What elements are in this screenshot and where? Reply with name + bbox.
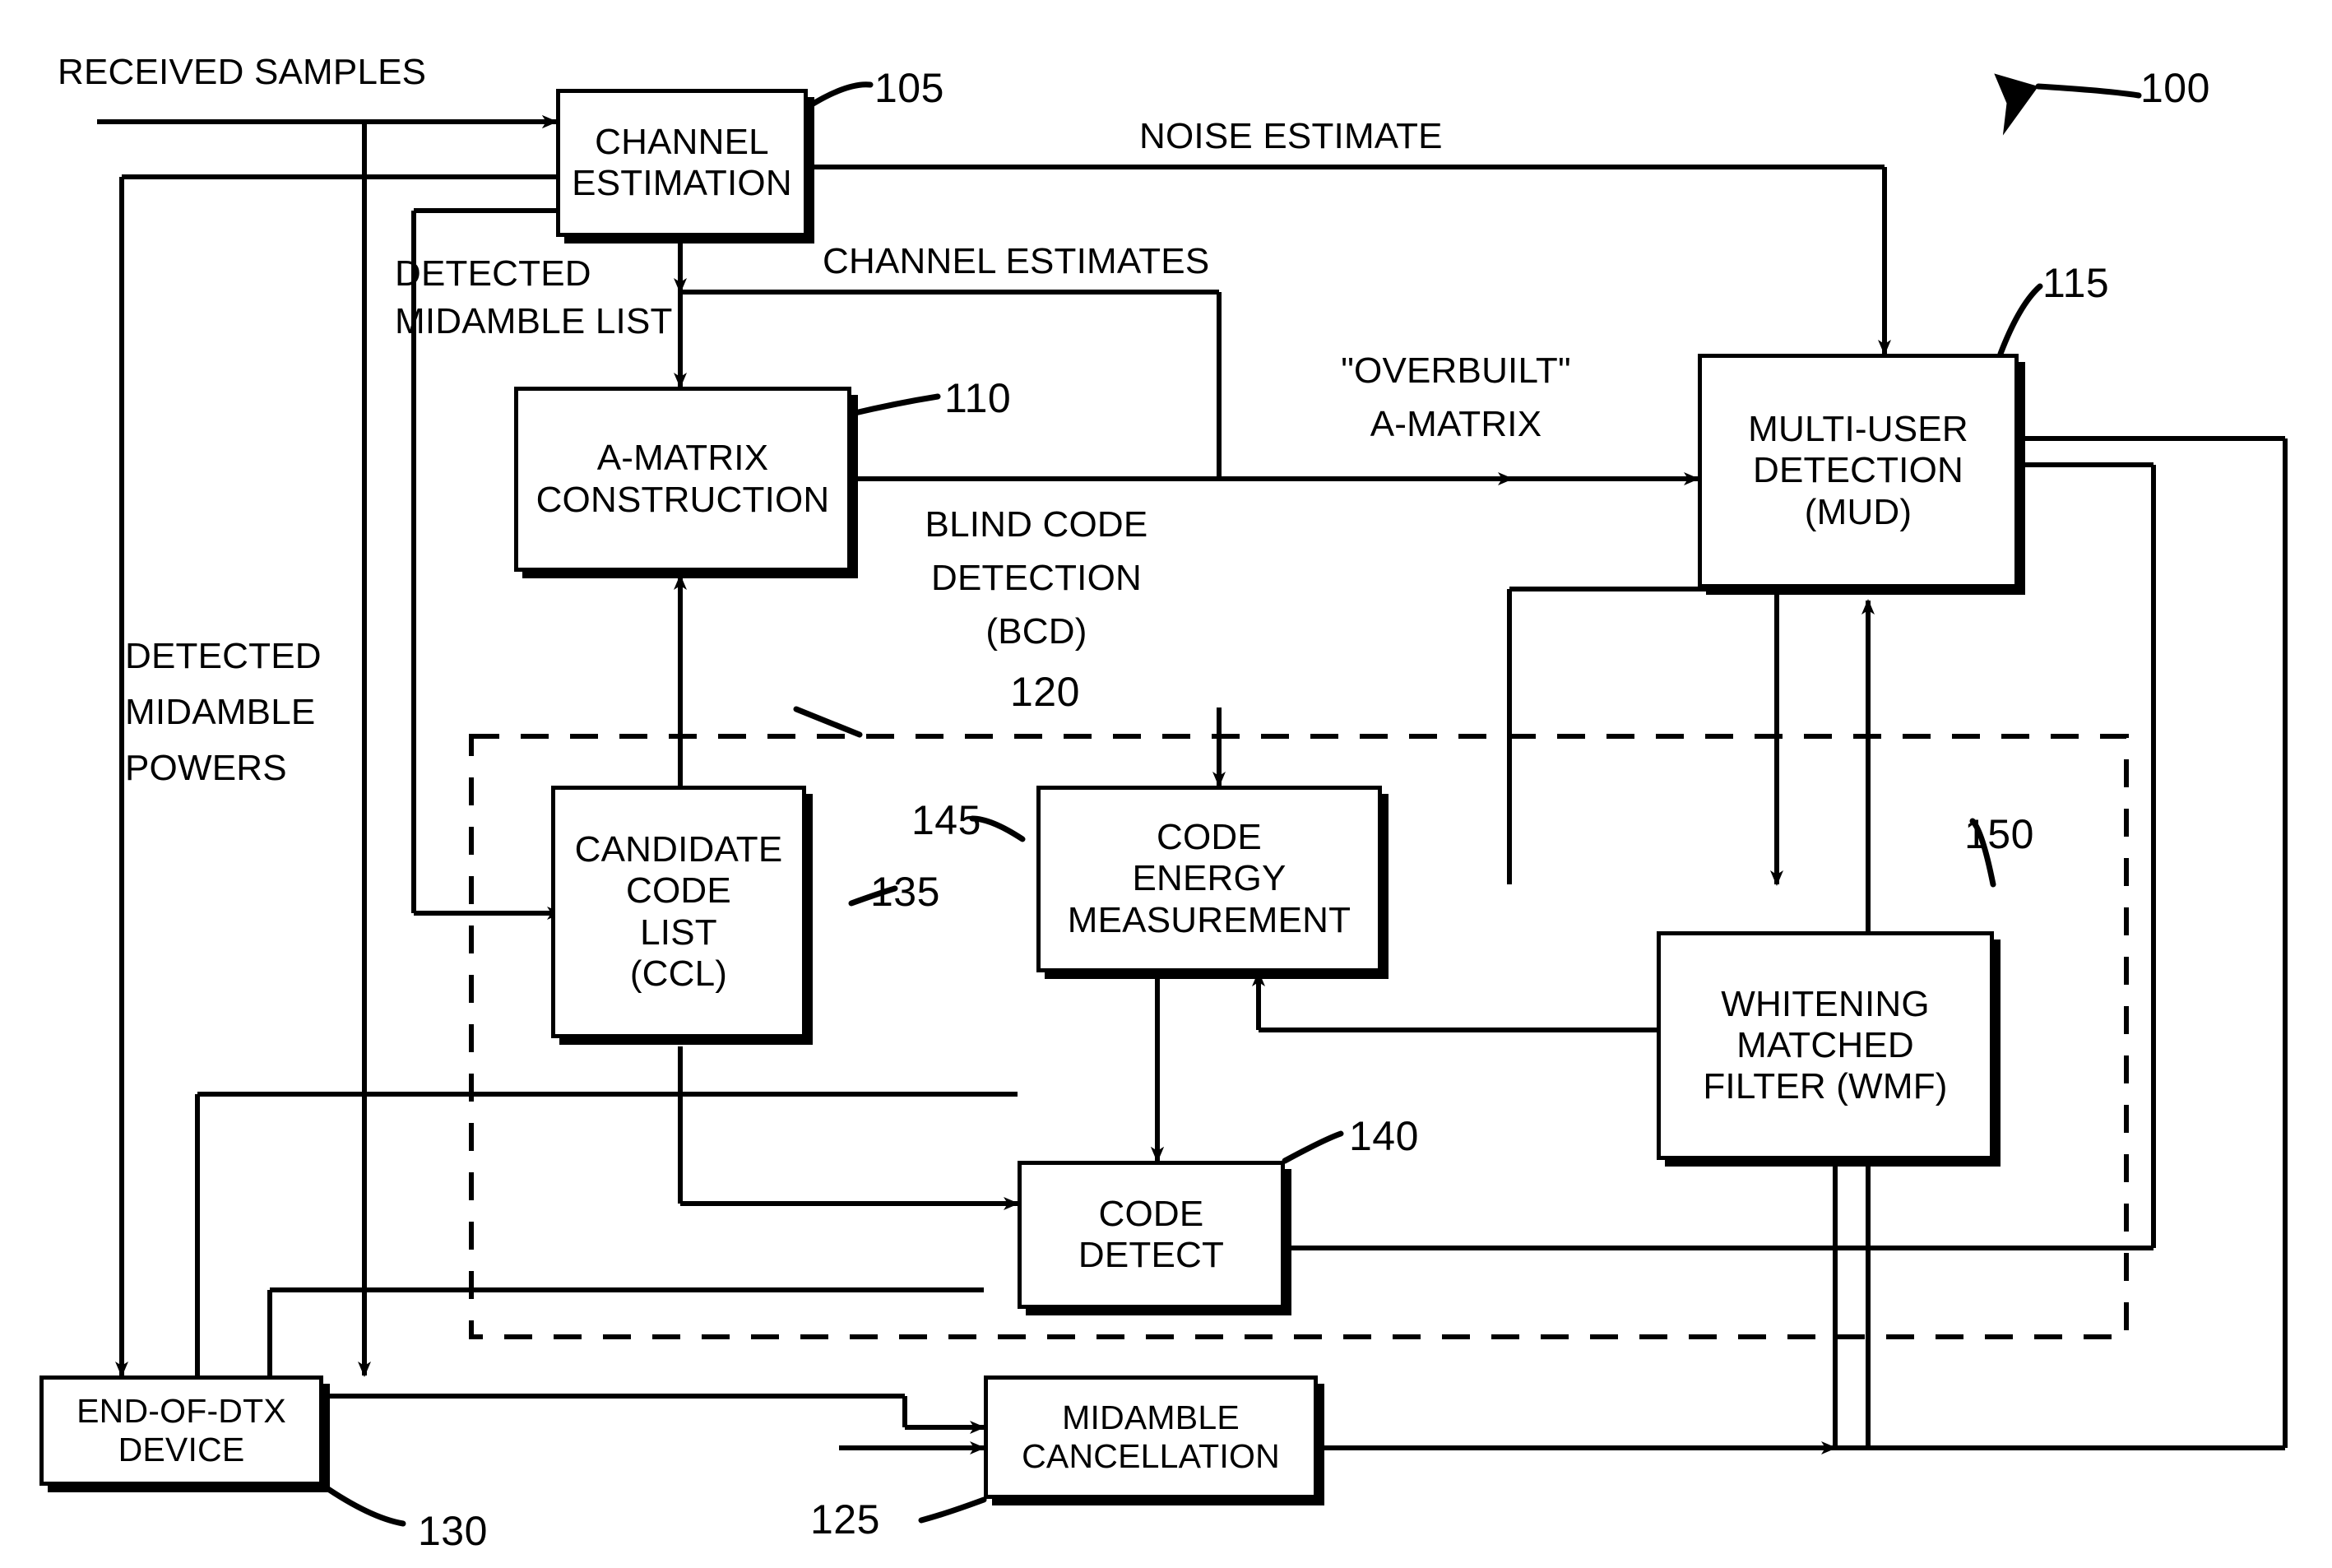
reference-numeral-100: 100	[2140, 65, 2210, 111]
block-label-line: WHITENING	[1721, 983, 1930, 1024]
reference-numeral-130: 130	[418, 1508, 488, 1554]
block-label-line: CANCELLATION	[1022, 1437, 1280, 1475]
block-a-matrix-construction[interactable]: A-MATRIX CONSTRUCTION	[514, 387, 851, 572]
wiring-layer	[97, 73, 2288, 1527]
group-label-bcd-line1: BLIND CODE	[925, 504, 1148, 545]
reference-numeral-140: 140	[1349, 1113, 1419, 1159]
block-label-line: DEVICE	[118, 1431, 245, 1468]
label-detected-midamble-powers-line3: POWERS	[125, 748, 287, 788]
block-midamble-cancellation[interactable]: MIDAMBLE CANCELLATION	[984, 1375, 1318, 1499]
reference-numeral-120: 120	[1010, 669, 1080, 715]
label-detected-midamble-powers-line2: MIDAMBLE	[125, 692, 316, 732]
label-channel-estimates: CHANNEL ESTIMATES	[823, 241, 1210, 281]
reference-numeral-125: 125	[810, 1496, 880, 1542]
reference-numeral-115: 115	[2042, 260, 2110, 306]
label-detected-midamble-list-line2: MIDAMBLE LIST	[395, 301, 673, 341]
group-label-bcd-line3: (BCD)	[985, 611, 1087, 652]
block-label-line: LIST	[640, 912, 717, 953]
reference-numeral-110: 110	[944, 375, 1012, 421]
block-code-energy-measurement[interactable]: CODE ENERGY MEASUREMENT	[1036, 786, 1382, 972]
label-noise-estimate: NOISE ESTIMATE	[1139, 116, 1443, 156]
label-received-samples: RECEIVED SAMPLES	[58, 52, 427, 92]
block-label-line: ESTIMATION	[572, 163, 792, 203]
label-overbuilt-a-matrix-line1: "OVERBUILT"	[1341, 350, 1571, 391]
block-label-line: CHANNEL	[595, 121, 769, 162]
block-label-line: CODE	[1098, 1193, 1204, 1234]
block-label-line: END-OF-DTX	[76, 1392, 286, 1431]
reference-numeral-145: 145	[911, 797, 981, 843]
block-label-line: (CCL)	[629, 953, 728, 994]
label-detected-midamble-powers-line1: DETECTED	[125, 636, 322, 676]
reference-numeral-105: 105	[874, 65, 944, 111]
block-label-line: MEASUREMENT	[1067, 899, 1351, 940]
block-label-line: CANDIDATE	[574, 829, 783, 870]
block-whitening-matched-filter[interactable]: WHITENING MATCHED FILTER (WMF)	[1657, 931, 1994, 1160]
block-end-of-dtx-device[interactable]: END-OF-DTX DEVICE	[39, 1375, 323, 1486]
block-label-line: MIDAMBLE	[1062, 1399, 1240, 1437]
block-label-line: ENERGY	[1132, 858, 1287, 899]
block-channel-estimation[interactable]: CHANNEL ESTIMATION	[556, 89, 808, 237]
block-label-line: CODE	[626, 870, 731, 912]
reference-numeral-150: 150	[1964, 811, 2034, 857]
label-detected-midamble-list-line1: DETECTED	[395, 253, 591, 294]
block-candidate-code-list[interactable]: CANDIDATE CODE LIST (CCL)	[551, 786, 806, 1038]
group-label-bcd-line2: DETECTION	[930, 558, 1143, 598]
block-label-line: A-MATRIX	[596, 438, 769, 479]
block-label-line: MULTI-USER	[1748, 409, 1968, 450]
block-label-line: CODE	[1157, 817, 1262, 858]
patent-figure-canvas: CHANNEL ESTIMATION A-MATRIX CONSTRUCTION…	[0, 0, 2332, 1568]
block-label-line: (MUD)	[1804, 491, 1912, 532]
block-label-line: MATCHED	[1736, 1024, 1914, 1065]
reference-numeral-135: 135	[870, 869, 940, 915]
label-overbuilt-a-matrix-line2: A-MATRIX	[1370, 404, 1542, 444]
block-label-line: CONSTRUCTION	[535, 479, 830, 520]
block-code-detect[interactable]: CODE DETECT	[1018, 1161, 1285, 1309]
block-multi-user-detection[interactable]: MULTI-USER DETECTION (MUD)	[1698, 354, 2019, 588]
block-label-line: DETECTION	[1752, 450, 1964, 491]
block-label-line: FILTER (WMF)	[1703, 1066, 1948, 1107]
block-label-line: DETECT	[1078, 1235, 1225, 1275]
